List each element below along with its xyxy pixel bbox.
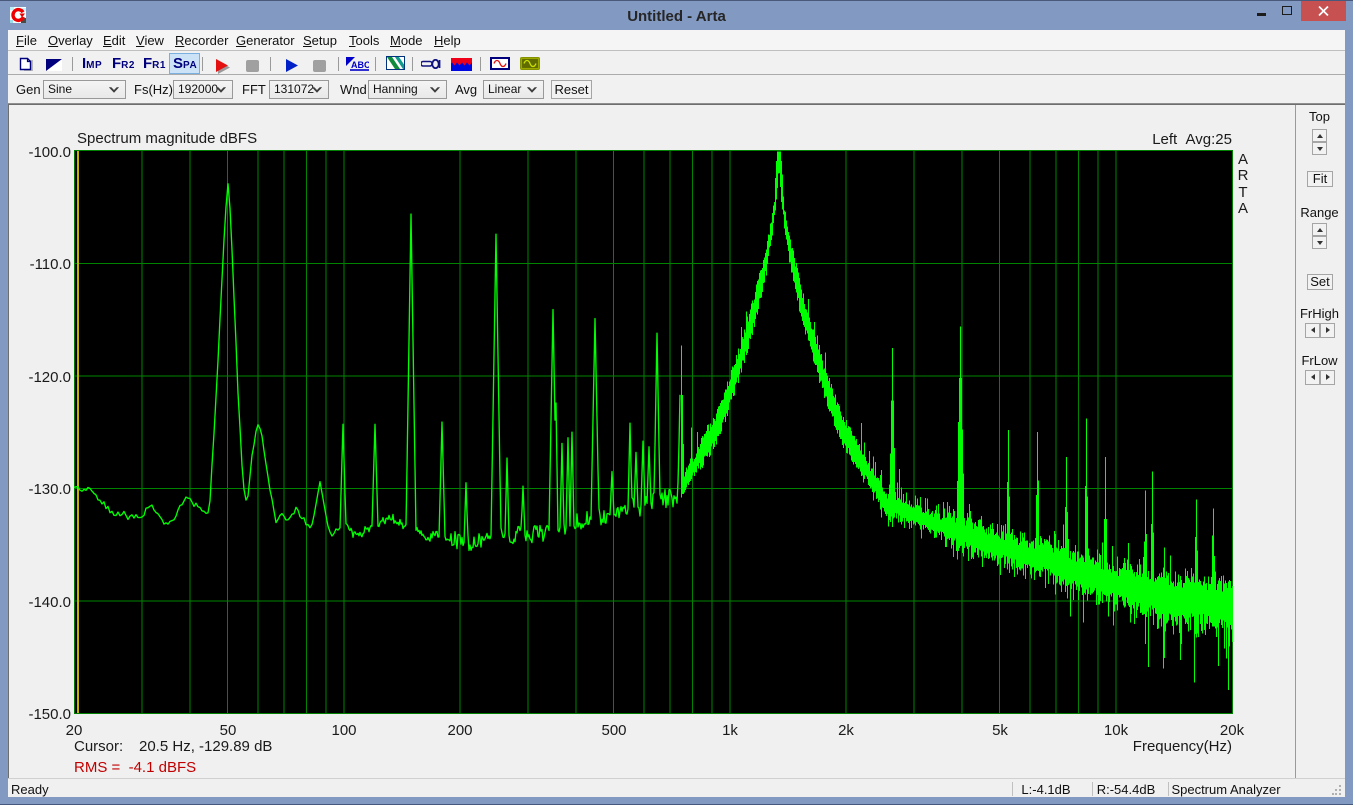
svg-text:ABC: ABC <box>351 60 369 70</box>
